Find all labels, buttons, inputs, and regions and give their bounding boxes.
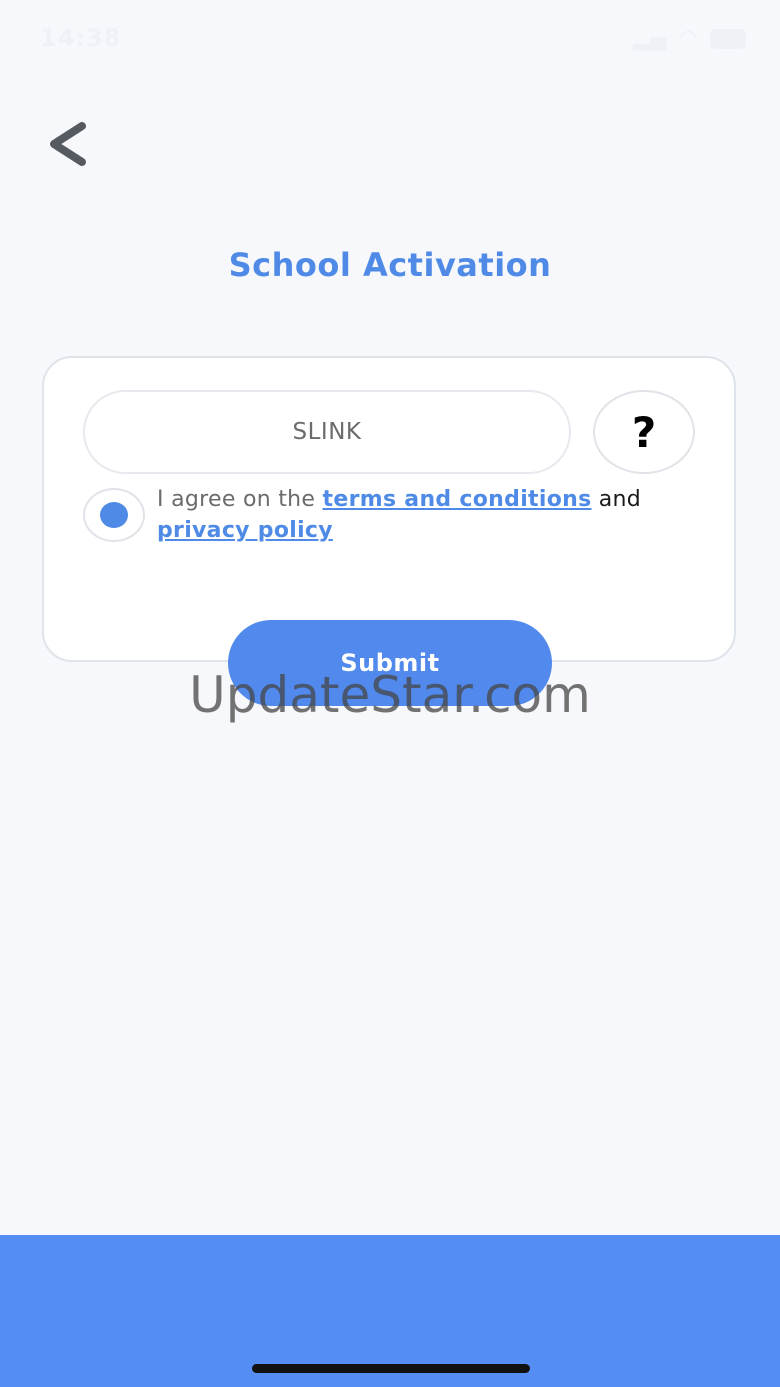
signal-icon: ▂▄: [632, 26, 667, 51]
terms-link[interactable]: terms and conditions: [323, 487, 592, 512]
status-bar: 14:38 ▂▄ ◠: [0, 0, 780, 80]
battery-icon: [710, 28, 746, 49]
status-time: 14:38: [40, 24, 122, 52]
agree-conjunction: and: [591, 487, 642, 512]
home-indicator[interactable]: [252, 1364, 530, 1373]
chevron-left-icon: [50, 122, 86, 166]
page-title: School Activation: [228, 246, 552, 284]
agree-prefix: I agree on the: [157, 487, 323, 512]
radio-selected-dot: [100, 502, 128, 528]
help-button[interactable]: ?: [593, 390, 695, 474]
wifi-icon: ◠: [678, 26, 698, 51]
agree-text: I agree on the terms and conditions and …: [157, 484, 697, 546]
agree-radio[interactable]: [83, 488, 145, 542]
submit-button[interactable]: Submit: [228, 620, 552, 706]
school-code-input[interactable]: [83, 390, 571, 474]
back-button[interactable]: [40, 112, 100, 176]
question-mark-icon: ?: [631, 407, 657, 457]
privacy-link[interactable]: privacy policy: [157, 518, 333, 543]
status-icons: ▂▄ ◠: [633, 26, 746, 51]
